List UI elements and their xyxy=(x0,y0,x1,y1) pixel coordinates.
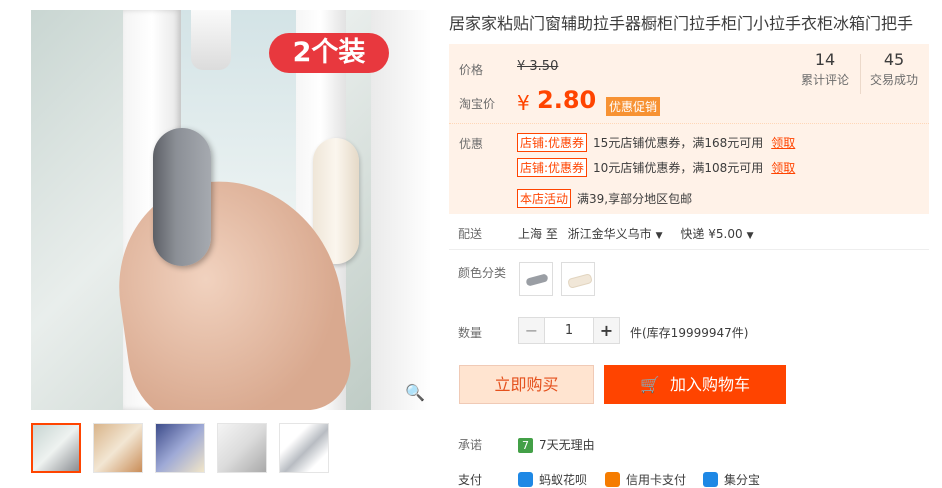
thumbnail-4[interactable] xyxy=(217,423,267,473)
decrease-button[interactable]: − xyxy=(518,317,545,344)
payment-method-huabei: 蚂蚁花呗 xyxy=(518,471,587,488)
thumbnail-5[interactable] xyxy=(279,423,329,473)
shipping-method: 快递 ¥5.00 xyxy=(680,227,743,241)
payment-name: 信用卡支付 xyxy=(626,473,687,487)
color-label: 颜色分类 xyxy=(458,266,507,280)
add-to-cart-label: 加入购物车 xyxy=(669,375,750,394)
payment-method-credit: 信用卡支付 xyxy=(605,471,686,488)
promotion-box: 优惠 店铺:优惠券 15元店铺优惠券，满168元可用 领取 店铺:优惠券 10元店铺优… xyxy=(449,123,929,214)
stat-divider xyxy=(860,54,861,94)
thumbnail-1[interactable] xyxy=(31,423,81,473)
color-option-beige[interactable] xyxy=(561,262,595,296)
beige-handle-swatch xyxy=(567,273,593,289)
payment-name: 蚂蚁花呗 xyxy=(539,473,588,487)
stock-text: 件(库存19999947件) xyxy=(630,326,749,340)
claim-coupon-link[interactable]: 领取 xyxy=(771,136,795,150)
coupon-text: 15元店铺优惠券，满168元可用 xyxy=(593,136,764,150)
pledge-text: 7天无理由 xyxy=(539,438,595,452)
pledge-row: 承诺 7 7天无理由 xyxy=(458,436,595,453)
buy-now-button[interactable]: 立即购买 xyxy=(459,365,594,404)
review-count-value: 14 xyxy=(814,50,836,69)
coupon-text: 10元店铺优惠券，满108元可用 xyxy=(593,161,764,175)
seven-day-return-icon: 7 xyxy=(518,438,533,453)
promo-tag: 优惠促销 xyxy=(606,97,661,116)
thumbnail-2[interactable] xyxy=(93,423,143,473)
quantity-stepper: − 1 + xyxy=(518,317,620,344)
currency-symbol: ¥ xyxy=(517,91,530,115)
color-row: 颜色分类 xyxy=(458,264,518,281)
activity-tag: 本店活动 xyxy=(517,189,572,208)
activity-text: 满39,享部分地区包邮 xyxy=(577,192,693,206)
gray-handle-swatch xyxy=(525,273,549,287)
taobao-price-label: 淘宝价 xyxy=(459,97,496,111)
chevron-down-icon: ▼ xyxy=(655,231,663,241)
payment-label: 支付 xyxy=(458,473,483,487)
gray-handle xyxy=(153,128,211,266)
increase-button[interactable]: + xyxy=(593,317,620,344)
ship-from: 上海 至 xyxy=(518,227,558,241)
ship-to: 浙江金华义乌市 xyxy=(567,227,652,241)
coupon-tag: 店铺:优惠券 xyxy=(517,158,588,177)
chevron-down-icon: ▼ xyxy=(746,231,754,241)
shipping-method-selector[interactable]: 快递 ¥5.00 ▼ xyxy=(680,227,753,241)
ship-to-selector[interactable]: 浙江金华义乌市 ▼ xyxy=(568,227,663,241)
promotion-label: 优惠 xyxy=(459,137,484,151)
color-option-gray[interactable] xyxy=(519,262,553,296)
thumbnail-list xyxy=(31,423,329,473)
sales-count-label: 交易成功 xyxy=(870,73,919,87)
window-frame-far-right xyxy=(371,10,431,410)
main-product-image[interactable]: 2个装 🔍 xyxy=(31,10,431,410)
window-latch xyxy=(191,10,231,70)
store-activity-row: 本店活动 满39,享部分地区包邮 xyxy=(517,189,692,208)
jifenbao-icon xyxy=(703,472,718,487)
delivery-label: 配送 xyxy=(458,227,483,241)
delivery-row: 配送 上海 至 浙江金华义乌市 ▼ 快递 ¥5.00 ▼ xyxy=(458,225,754,242)
sales-count-value: 45 xyxy=(883,50,905,69)
pack-badge: 2个装 xyxy=(269,33,389,73)
pledge-label: 承诺 xyxy=(458,438,483,452)
add-to-cart-button[interactable]: 🛒 加入购物车 xyxy=(604,365,786,404)
coupon-tag: 店铺:优惠券 xyxy=(517,133,588,152)
quantity-row: 数量 xyxy=(458,324,518,341)
magnifier-icon[interactable]: 🔍 xyxy=(405,384,425,402)
original-price: ¥ 3.50 xyxy=(517,59,559,74)
claim-coupon-link[interactable]: 领取 xyxy=(771,161,795,175)
cart-icon: 🛒 xyxy=(640,375,660,394)
current-price: 2.80 xyxy=(537,86,597,114)
product-title: 居家家粘贴门窗辅助拉手器橱柜门拉手柜门小拉手衣柜冰箱门把手 xyxy=(449,14,914,33)
coupon-row-1: 店铺:优惠券 15元店铺优惠券，满168元可用 领取 xyxy=(517,133,795,152)
payment-method-jifenbao: 集分宝 xyxy=(703,471,760,488)
sales-count: 45 交易成功 xyxy=(870,50,918,88)
quantity-input[interactable]: 1 xyxy=(545,317,593,344)
review-count[interactable]: 14 累计评论 xyxy=(801,50,849,88)
price-box: 价格 ¥ 3.50 淘宝价 ¥ 2.80 优惠促销 14 累计评论 45 交易成… xyxy=(449,44,929,123)
payment-name: 集分宝 xyxy=(724,473,761,487)
credit-card-icon xyxy=(605,472,620,487)
review-count-label: 累计评论 xyxy=(801,73,850,87)
divider xyxy=(449,249,929,250)
thumbnail-3[interactable] xyxy=(155,423,205,473)
coupon-row-2: 店铺:优惠券 10元店铺优惠券，满108元可用 领取 xyxy=(517,158,795,177)
price-label: 价格 xyxy=(459,63,484,77)
huabei-icon xyxy=(518,472,533,487)
quantity-label: 数量 xyxy=(458,326,483,340)
